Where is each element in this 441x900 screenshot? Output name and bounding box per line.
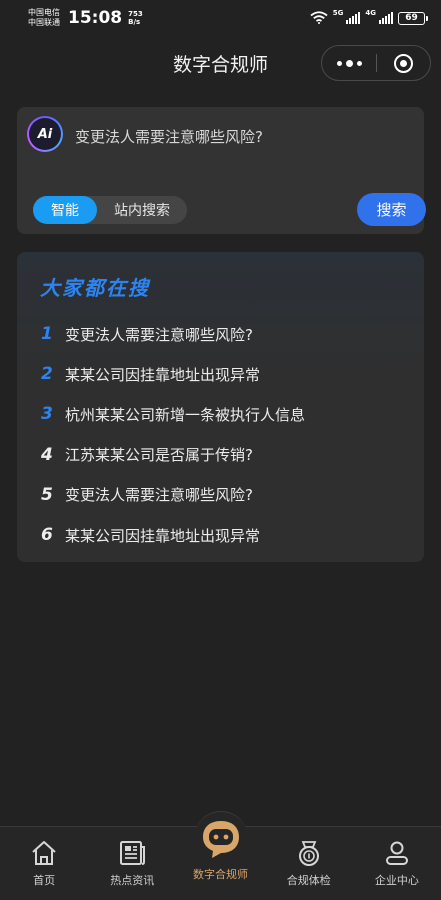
ai-search-card: Ai 变更法人需要注意哪些风险? 智能 站内搜索 搜索 — [17, 107, 426, 234]
hot-searches-card: 大家都在搜 1 变更法人需要注意哪些风险? 2 某某公司因挂靠地址出现异常 3 … — [17, 252, 424, 562]
status-bar: 中国电信 中国联通 15:08 753 B/s 5G 4G 69 — [0, 0, 441, 36]
close-miniprogram-button[interactable] — [377, 46, 430, 80]
hot-search-rank: 1 — [41, 324, 53, 345]
hot-search-text: 某某公司因挂靠地址出现异常 — [65, 365, 261, 384]
signal-1-icon — [346, 12, 361, 24]
hot-search-item[interactable]: 3 杭州某某公司新增一条被执行人信息 — [41, 394, 411, 434]
nav-bar: 数字合规师 — [0, 40, 441, 86]
hot-search-item[interactable]: 1 变更法人需要注意哪些风险? — [41, 314, 411, 354]
search-button[interactable]: 搜索 — [357, 193, 426, 226]
hot-searches-title: 大家都在搜 — [40, 276, 150, 300]
robot-icon — [193, 811, 248, 865]
hot-search-text: 江苏某某公司是否属于传销? — [65, 446, 253, 465]
net-speed-unit: B/s — [128, 18, 141, 26]
more-dot-icon — [356, 60, 362, 66]
net-speed: 753 B/s — [128, 10, 143, 26]
carrier-names: 中国电信 中国联通 — [28, 8, 60, 28]
hot-search-rank: 5 — [41, 484, 53, 505]
ai-avatar-icon: Ai — [27, 116, 63, 152]
tab-label: 首页 — [33, 874, 56, 887]
user-icon — [382, 838, 412, 868]
battery-icon: 69 — [398, 11, 428, 25]
tab-home[interactable]: 首页 — [0, 827, 88, 900]
tab-compliance-check[interactable]: 合规体检 — [265, 827, 353, 900]
carrier-1: 中国电信 — [28, 8, 60, 17]
clock: 15:08 — [68, 8, 123, 28]
close-target-icon — [394, 53, 413, 73]
wifi-icon — [310, 9, 328, 28]
hot-search-item[interactable]: 2 某某公司因挂靠地址出现异常 — [41, 354, 411, 394]
hot-search-rank: 3 — [41, 404, 53, 425]
battery-level: 69 — [405, 13, 418, 23]
hot-search-text: 变更法人需要注意哪些风险? — [65, 325, 253, 344]
tab-digital-advisor[interactable]: 数字合规师 — [176, 811, 264, 900]
home-icon — [29, 838, 59, 868]
search-input[interactable]: 变更法人需要注意哪些风险? — [75, 126, 263, 147]
news-icon — [117, 838, 147, 868]
tab-news[interactable]: 热点资讯 — [88, 827, 176, 900]
tab-label: 企业中心 — [374, 874, 419, 887]
signal-2-label: 4G — [365, 8, 376, 17]
tab-label: 合规体检 — [286, 874, 331, 887]
hot-search-item[interactable]: 6 某某公司因挂靠地址出现异常 — [41, 515, 411, 555]
hot-searches-list: 1 变更法人需要注意哪些风险? 2 某某公司因挂靠地址出现异常 3 杭州某某公司… — [41, 314, 411, 555]
search-mode-toggle: 智能 站内搜索 — [33, 196, 187, 224]
more-dot-icon — [336, 60, 342, 66]
hot-search-rank: 4 — [41, 444, 53, 465]
mode-smart-button[interactable]: 智能 — [33, 196, 97, 224]
miniprogram-capsule — [321, 45, 431, 81]
tab-label: 热点资讯 — [110, 874, 155, 887]
hot-search-text: 某某公司因挂靠地址出现异常 — [65, 526, 261, 545]
net-speed-value: 753 — [128, 10, 143, 18]
tab-enterprise-center[interactable]: 企业中心 — [353, 827, 441, 900]
hot-search-rank: 6 — [41, 525, 53, 546]
carrier-2: 中国联通 — [28, 18, 60, 27]
more-menu-button[interactable] — [322, 46, 376, 80]
hot-search-item[interactable]: 5 变更法人需要注意哪些风险? — [41, 475, 411, 515]
hot-search-item[interactable]: 4 江苏某某公司是否属于传销? — [41, 435, 411, 475]
mode-site-search-button[interactable]: 站内搜索 — [97, 200, 187, 220]
medal-icon — [294, 838, 324, 868]
hot-search-rank: 2 — [41, 364, 53, 385]
bottom-tab-bar: 首页 热点资讯 数字合规师 合规体检 企业中心 — [0, 811, 441, 900]
status-icons: 5G 4G 69 — [310, 8, 428, 28]
signal-1-label: 5G — [332, 8, 344, 17]
more-dot-icon — [345, 59, 353, 67]
tab-label: 数字合规师 — [193, 868, 248, 881]
hot-search-text: 变更法人需要注意哪些风险? — [65, 486, 253, 505]
hot-search-text: 杭州某某公司新增一条被执行人信息 — [65, 405, 306, 424]
signal-2-icon — [379, 12, 393, 24]
